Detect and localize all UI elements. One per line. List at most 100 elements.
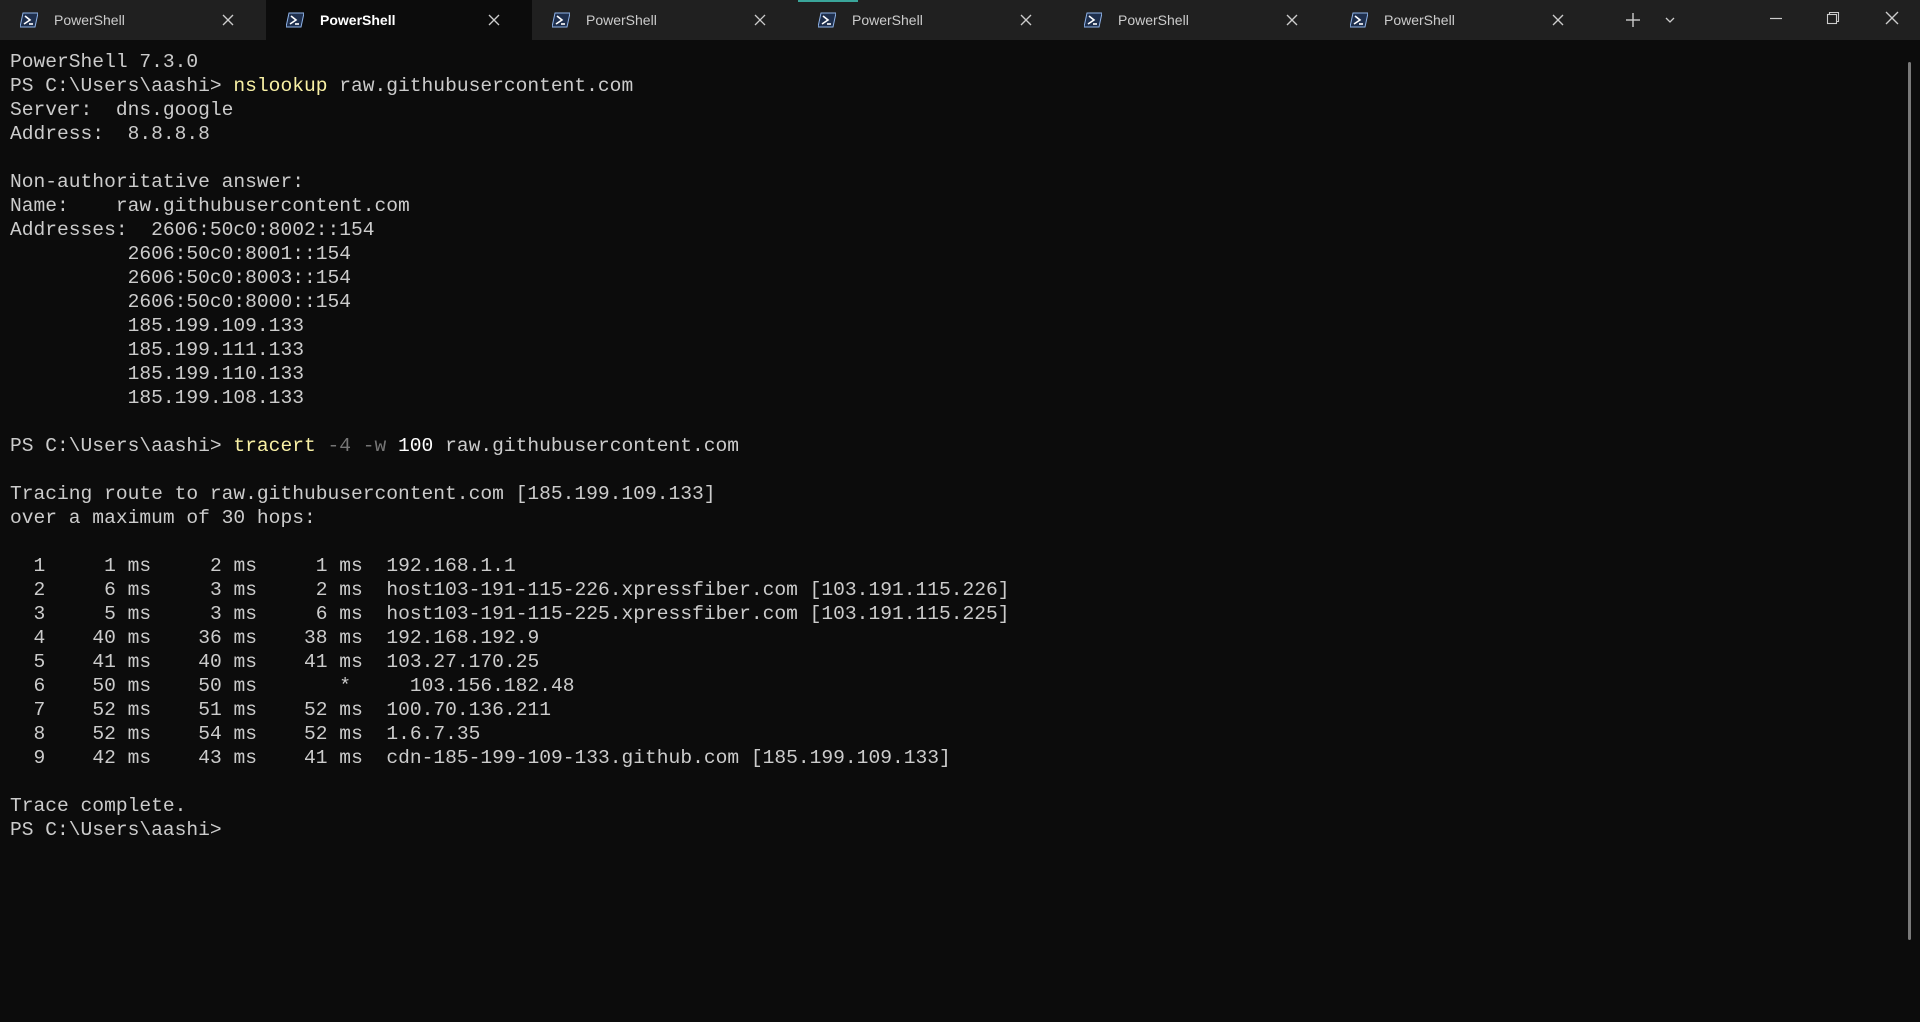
hop-row: 8 52 ms 54 ms 52 ms 1.6.7.35 bbox=[10, 722, 1900, 746]
output-line: 185.199.108.133 bbox=[10, 387, 304, 409]
command-value: 100 bbox=[386, 435, 434, 457]
powershell-icon bbox=[20, 12, 38, 28]
hop-host: host103-191-115-226.xpressfiber.com [103… bbox=[386, 579, 1010, 601]
tab-label: PowerShell bbox=[1384, 12, 1455, 28]
hop-time: 1 ms bbox=[104, 555, 152, 577]
output-line: 185.199.111.133 bbox=[10, 339, 304, 361]
hop-number: 4 bbox=[33, 627, 46, 649]
hop-time: 2 ms bbox=[209, 555, 257, 577]
hop-number: 8 bbox=[33, 723, 46, 745]
output-line: 185.199.110.133 bbox=[10, 363, 304, 385]
hop-time: 40 ms bbox=[198, 651, 257, 673]
nslookup-output: Server: dns.google Address: 8.8.8.8 Non-au… bbox=[10, 98, 1900, 434]
new-tab-button[interactable] bbox=[1618, 0, 1646, 40]
prompt-line-current[interactable]: PS C:\Users\aashi> bbox=[10, 818, 1900, 842]
close-icon[interactable] bbox=[1282, 10, 1302, 30]
close-icon[interactable] bbox=[484, 10, 504, 30]
output-line: 185.199.109.133 bbox=[10, 315, 304, 337]
output-line: Tracing route to raw.githubusercontent.c… bbox=[10, 483, 716, 505]
restore-icon bbox=[1826, 11, 1840, 25]
powershell-icon bbox=[552, 12, 570, 28]
command-name: tracert bbox=[233, 435, 316, 457]
prompt: PS C:\Users\aashi> bbox=[10, 75, 234, 97]
close-icon[interactable] bbox=[1016, 10, 1036, 30]
output-line: over a maximum of 30 hops: bbox=[10, 507, 316, 529]
hop-row: 7 52 ms 51 ms 52 ms 100.70.136.211 bbox=[10, 698, 1900, 722]
hop-number: 7 bbox=[33, 699, 46, 721]
tab-powershell-2[interactable]: PowerShell bbox=[266, 0, 532, 40]
tab-label: PowerShell bbox=[852, 12, 923, 28]
hop-row: 9 42 ms 43 ms 41 ms cdn-185-199-109-133.… bbox=[10, 746, 1900, 770]
close-icon[interactable] bbox=[750, 10, 770, 30]
hop-time: 52 ms bbox=[304, 723, 363, 745]
hop-row: 3 5 ms 3 ms 6 ms host103-191-115-225.xpr… bbox=[10, 602, 1900, 626]
hop-time: 6 ms bbox=[104, 579, 152, 601]
close-icon[interactable] bbox=[1548, 10, 1568, 30]
tab-label: PowerShell bbox=[320, 12, 396, 28]
hop-time: 52 ms bbox=[92, 699, 152, 721]
tab-label: PowerShell bbox=[54, 12, 125, 28]
chevron-down-icon bbox=[1665, 17, 1675, 23]
hop-time: 52 ms bbox=[304, 699, 363, 721]
hop-time: 41 ms bbox=[92, 651, 152, 673]
tracert-header: Tracing route to raw.githubusercontent.c… bbox=[10, 458, 1900, 554]
powershell-icon bbox=[1084, 12, 1102, 28]
output-line: Addresses: 2606:50c0:8002::154 bbox=[10, 219, 375, 241]
hop-row: 2 6 ms 3 ms 2 ms host103-191-115-226.xpr… bbox=[10, 578, 1900, 602]
output-line: 2606:50c0:8003::154 bbox=[10, 267, 351, 289]
powershell-icon bbox=[1350, 12, 1368, 28]
tab-powershell-3[interactable]: PowerShell bbox=[532, 0, 798, 40]
prompt: PS C:\Users\aashi> bbox=[10, 819, 234, 841]
hop-time: * bbox=[339, 675, 352, 697]
tab-powershell-5[interactable]: PowerShell bbox=[1064, 0, 1330, 40]
minimize-button[interactable] bbox=[1756, 0, 1796, 40]
hop-host: 103.156.182.48 bbox=[409, 675, 575, 697]
hop-time: 40 ms bbox=[92, 627, 152, 649]
hop-time: 5 ms bbox=[104, 603, 152, 625]
hop-host: 100.70.136.211 bbox=[386, 699, 551, 721]
hop-row: 4 40 ms 36 ms 38 ms 192.168.192.9 bbox=[10, 626, 1900, 650]
hop-time: 2 ms bbox=[315, 579, 363, 601]
output-line: Server: dns.google bbox=[10, 99, 234, 121]
hop-time: 54 ms bbox=[198, 723, 257, 745]
output-line: Name: raw.githubusercontent.com bbox=[10, 195, 410, 217]
scrollbar[interactable] bbox=[1908, 62, 1911, 940]
hop-number: 9 bbox=[33, 747, 46, 769]
command-flag: -4 bbox=[315, 435, 351, 457]
tab-dropdown-button[interactable] bbox=[1658, 0, 1682, 40]
plus-icon bbox=[1626, 13, 1640, 27]
close-icon[interactable] bbox=[218, 10, 238, 30]
command-flag: -w bbox=[351, 435, 387, 457]
hop-time: 41 ms bbox=[304, 747, 363, 769]
version-line: PowerShell 7.3.0 bbox=[10, 51, 199, 73]
output-line: 2606:50c0:8000::154 bbox=[10, 291, 351, 313]
tab-powershell-4[interactable]: PowerShell bbox=[798, 0, 1064, 40]
hop-time: 52 ms bbox=[92, 723, 152, 745]
prompt-line-tracert: PS C:\Users\aashi> tracert -4 -w 100 raw… bbox=[10, 434, 1900, 458]
hop-host: 1.6.7.35 bbox=[386, 723, 481, 745]
command-name: nslookup bbox=[233, 75, 328, 97]
output-line: Non-authoritative answer: bbox=[10, 171, 304, 193]
hop-number: 3 bbox=[33, 603, 46, 625]
hop-time: 38 ms bbox=[304, 627, 363, 649]
hop-time: 50 ms bbox=[92, 675, 152, 697]
terminal-output[interactable]: PowerShell 7.3.0 PS C:\Users\aashi> nsloo… bbox=[10, 50, 1900, 842]
minimize-icon bbox=[1770, 17, 1782, 20]
restore-button[interactable] bbox=[1813, 0, 1853, 40]
powershell-icon bbox=[286, 12, 304, 28]
hop-time: 3 ms bbox=[209, 579, 257, 601]
hop-number: 2 bbox=[33, 579, 46, 601]
close-window-button[interactable] bbox=[1870, 0, 1914, 40]
hop-time: 3 ms bbox=[209, 603, 257, 625]
hop-time: 42 ms bbox=[92, 747, 152, 769]
output-line: Trace complete. bbox=[10, 795, 187, 817]
title-bar: PowerShell PowerShell PowerShell PowerShell… bbox=[0, 0, 1920, 40]
prompt-line-nslookup: PS C:\Users\aashi> nslookup raw.githubus… bbox=[10, 74, 1900, 98]
hop-host: 192.168.1.1 bbox=[386, 555, 516, 577]
hop-host: host103-191-115-225.xpressfiber.com [103… bbox=[386, 603, 1010, 625]
tab-powershell-1[interactable]: PowerShell bbox=[0, 0, 266, 40]
tab-powershell-6[interactable]: PowerShell bbox=[1330, 0, 1596, 40]
